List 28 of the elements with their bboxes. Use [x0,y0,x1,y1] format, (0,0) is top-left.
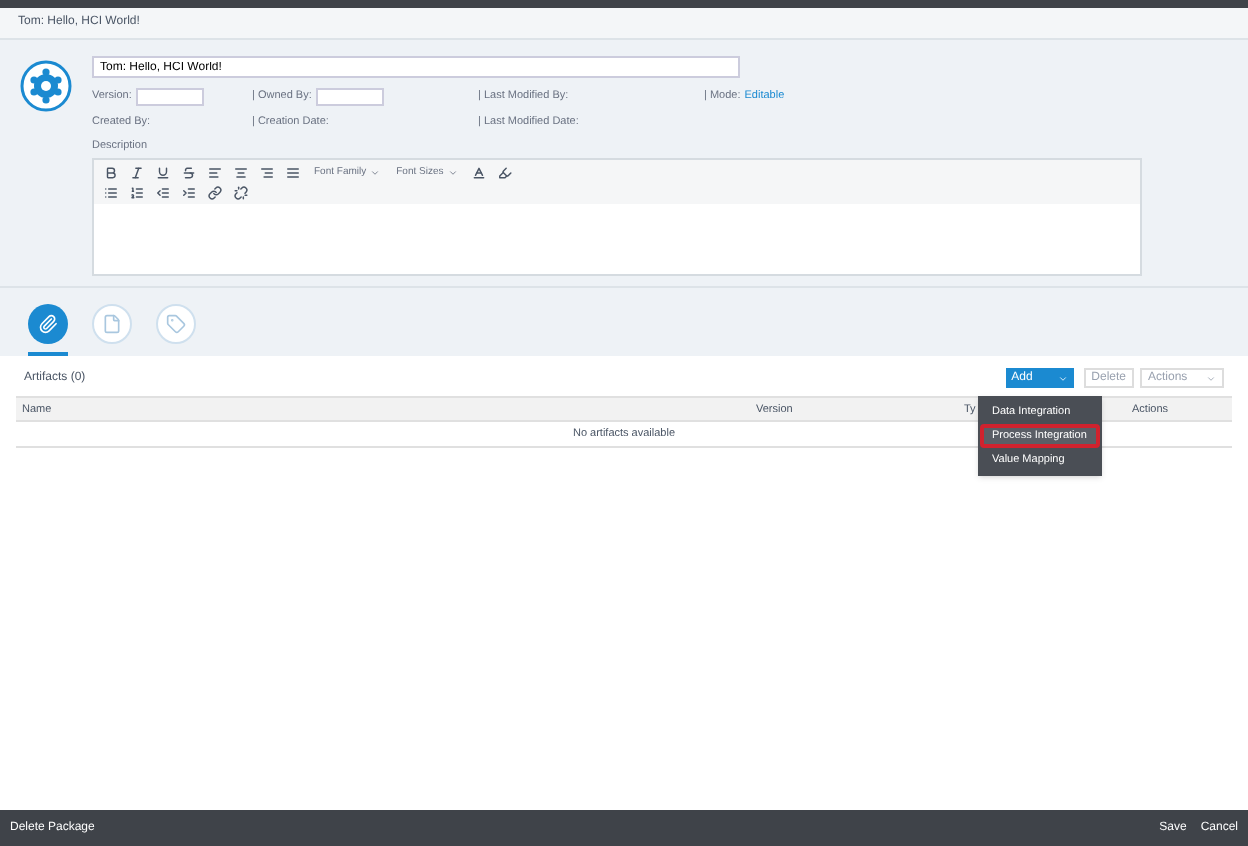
italic-icon [130,165,144,180]
text-field[interactable] [315,87,384,105]
bg-color-icon [497,165,512,180]
justify-icon [286,165,300,180]
text-field[interactable] [135,87,204,105]
file-icon [102,314,122,335]
link-button[interactable] [202,185,228,200]
bold-icon [104,165,118,180]
underline-icon [156,165,170,180]
paperclip-icon [38,314,58,335]
unlink-icon [234,185,248,200]
caret-icon [370,167,381,178]
indent-icon [182,185,196,200]
align-center-icon [234,165,248,180]
bullets-icon [104,185,118,200]
strike-icon [182,165,196,180]
tag-icon [166,314,186,335]
align-right-icon [260,165,274,180]
numbers-icon [130,185,144,200]
outdent-icon [156,185,170,200]
caret-icon [1057,373,1068,384]
unlink-button[interactable] [228,185,254,200]
link-icon [208,185,222,200]
text-color-icon [471,165,486,180]
tab[interactable] [28,304,68,357]
align-left-icon [208,165,222,180]
caret-icon [447,167,458,178]
caret-icon [1206,373,1216,384]
